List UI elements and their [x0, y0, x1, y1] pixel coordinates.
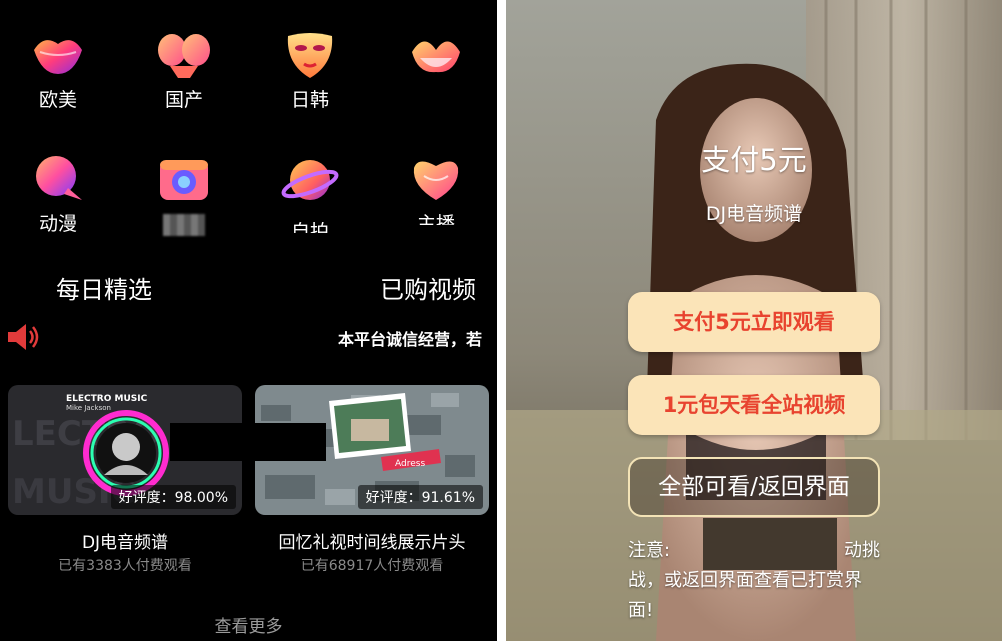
- bra-icon: [412, 41, 460, 73]
- pay-now-button[interactable]: 支付5元立即观看: [628, 292, 880, 352]
- thumb-text: ELECTRO MUSIC: [66, 394, 148, 404]
- day-pass-button[interactable]: 1元包天看全站视频: [628, 375, 880, 435]
- category-blurred[interactable]: [134, 152, 234, 236]
- speaker-icon: [8, 324, 39, 350]
- category-label: 欧美: [38, 89, 77, 111]
- category-label: 主播: [416, 213, 455, 225]
- chat-bubble-icon: [36, 156, 82, 200]
- thumb-text: Mike Jackson: [66, 404, 111, 412]
- planet-icon: [281, 160, 339, 200]
- category-label: 国产: [164, 89, 203, 111]
- paid-count: 已有3383人付费观看: [58, 558, 192, 574]
- category-label: 自拍: [290, 221, 329, 233]
- video-name: DJ电音频谱: [705, 203, 803, 225]
- notice-prefix: 注意:: [628, 540, 671, 561]
- tab-daily-pick[interactable]: 每日精选: [56, 270, 152, 305]
- heart-lips-icon: [413, 161, 459, 200]
- category-zhubo[interactable]: 主播: [386, 152, 486, 225]
- tab-purchased[interactable]: 已购视频: [380, 270, 476, 305]
- notice-line-2: 战，或返回界面查看已打赏界面!: [628, 570, 862, 621]
- category-label: 日韩: [290, 89, 329, 111]
- category-rihan[interactable]: 日韩: [260, 28, 360, 112]
- blurred-label: [163, 213, 205, 236]
- video-title[interactable]: 回忆礼视时间线展示片头: [255, 528, 489, 553]
- category-label: 动漫: [38, 213, 77, 235]
- video-title[interactable]: DJ电音频谱: [8, 528, 242, 553]
- return-button[interactable]: 全部可看/返回界面: [628, 457, 880, 517]
- lips-icon: [34, 40, 82, 74]
- video-list-panel: 欧美 国产 日韩 动漫 自拍 主播 每日精选 已购视频 本平台诚信经营，若 LE…: [0, 0, 497, 641]
- redaction-box: [703, 518, 837, 570]
- category-4[interactable]: [386, 28, 486, 112]
- category-zipai[interactable]: 自拍: [260, 152, 360, 233]
- category-label-blurred: [134, 212, 234, 236]
- category-oumei[interactable]: 欧美: [8, 28, 108, 112]
- category-dongman[interactable]: 动漫: [8, 152, 108, 236]
- rating-badge: 好评度：91.61%: [357, 485, 483, 509]
- rating-badge: 好评度：98.00%: [110, 485, 236, 509]
- payment-amount-title: 支付5元: [701, 143, 807, 177]
- category-guochan[interactable]: 国产: [134, 28, 234, 112]
- thumb-text: Adress: [395, 459, 425, 469]
- announcement-marquee: 本平台诚信经营，若: [338, 330, 483, 349]
- see-more-link[interactable]: 查看更多: [0, 612, 497, 637]
- bikini-icon: [158, 34, 210, 78]
- camera-icon: [160, 160, 208, 200]
- paid-count: 已有68917人付费观看: [300, 558, 444, 574]
- notice-suffix: 动挑: [844, 540, 880, 561]
- mask-icon: [287, 33, 333, 78]
- payment-panel: 支付5元 DJ电音频谱 支付5元立即观看 1元包天看全站视频 全部可看/返回界面…: [506, 0, 1002, 641]
- redaction-box: [170, 423, 326, 461]
- category-label: [386, 88, 486, 112]
